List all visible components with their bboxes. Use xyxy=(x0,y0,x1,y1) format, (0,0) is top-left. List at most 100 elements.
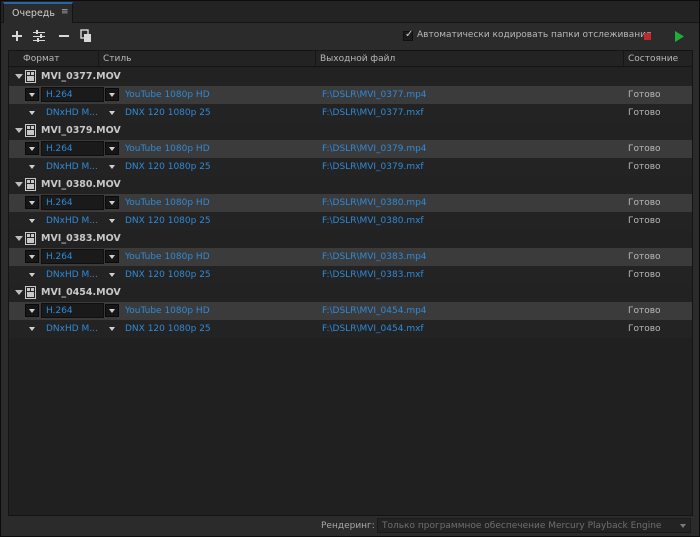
output-file-link[interactable]: F:\DSLR\MVI_0380.mxf xyxy=(322,216,424,226)
status-text: Готово xyxy=(628,162,661,172)
output-row[interactable]: H.264 YouTube 1080p HD F:\DSLR\MVI_0380.mp… xyxy=(9,194,692,212)
preset-link[interactable]: DNX 120 1080p 25 xyxy=(125,216,211,226)
column-output-file[interactable]: Выходной файл xyxy=(320,54,395,64)
format-link[interactable]: DNxHD M... xyxy=(46,270,98,280)
column-divider[interactable] xyxy=(315,51,316,67)
source-item[interactable]: MVI_0379.MOV xyxy=(9,122,692,140)
format-dropdown-button[interactable] xyxy=(25,106,39,119)
output-file-link[interactable]: F:\DSLR\MVI_0377.mp4 xyxy=(322,90,427,100)
output-row[interactable]: DNxHD M... DNX 120 1080p 25 F:\DSLR\MVI_03… xyxy=(9,158,692,176)
column-divider[interactable] xyxy=(98,51,99,67)
format-link[interactable]: DNxHD M... xyxy=(46,324,98,334)
preset-dropdown-button[interactable] xyxy=(105,214,119,227)
minus-icon[interactable] xyxy=(57,29,71,43)
column-format[interactable]: Формат xyxy=(23,54,60,64)
tab-queue[interactable]: Очередь ≡ xyxy=(3,2,73,24)
preset-dropdown-button[interactable] xyxy=(105,142,119,155)
format-dropdown-button[interactable] xyxy=(25,214,39,227)
output-file-link[interactable]: F:\DSLR\MVI_0383.mp4 xyxy=(322,252,427,262)
output-file-link[interactable]: F:\DSLR\MVI_0454.mp4 xyxy=(322,306,427,316)
source-file-name: MVI_0383.MOV xyxy=(41,233,121,244)
format-link[interactable]: DNxHD M... xyxy=(46,108,98,118)
format-link[interactable]: H.264 xyxy=(46,144,73,154)
format-link[interactable]: H.264 xyxy=(46,252,73,262)
auto-encode-checkbox[interactable]: ✓ xyxy=(403,29,413,41)
queue-panel: ✓ Автоматически кодировать папки отслежи… xyxy=(1,23,699,536)
output-row[interactable]: DNxHD M... DNX 120 1080p 25 F:\DSLR\MVI_03… xyxy=(9,212,692,230)
disclosure-triangle-icon[interactable] xyxy=(15,290,23,295)
preset-dropdown-button[interactable] xyxy=(105,322,119,335)
preset-link[interactable]: YouTube 1080p HD xyxy=(125,198,210,208)
start-queue-button[interactable] xyxy=(674,31,684,42)
source-item[interactable]: MVI_0454.MOV xyxy=(9,284,692,302)
format-dropdown-button[interactable] xyxy=(25,304,39,317)
preset-link[interactable]: YouTube 1080p HD xyxy=(125,306,210,316)
format-link[interactable]: H.264 xyxy=(46,90,73,100)
disclosure-triangle-icon[interactable] xyxy=(15,74,23,79)
output-file-link[interactable]: F:\DSLR\MVI_0377.mxf xyxy=(322,108,424,118)
format-dropdown-button[interactable] xyxy=(25,88,39,101)
output-file-link[interactable]: F:\DSLR\MVI_0379.mp4 xyxy=(322,144,427,154)
output-row[interactable]: H.264 YouTube 1080p HD F:\DSLR\MVI_0379.mp… xyxy=(9,140,692,158)
video-file-icon xyxy=(25,178,36,191)
format-dropdown-button[interactable] xyxy=(25,160,39,173)
output-file-link[interactable]: F:\DSLR\MVI_0383.mxf xyxy=(322,270,424,280)
format-dropdown-button[interactable] xyxy=(25,322,39,335)
source-item[interactable]: MVI_0380.MOV xyxy=(9,176,692,194)
preset-dropdown-button[interactable] xyxy=(105,304,119,317)
column-status[interactable]: Состояние xyxy=(628,54,678,64)
format-dropdown-button[interactable] xyxy=(25,142,39,155)
renderer-value: Только программное обеспечение Mercury P… xyxy=(382,521,662,531)
column-preset[interactable]: Стиль xyxy=(103,54,131,64)
source-item[interactable]: MVI_0383.MOV xyxy=(9,230,692,248)
plus-icon[interactable] xyxy=(10,29,24,43)
format-dropdown-button[interactable] xyxy=(25,268,39,281)
status-text: Готово xyxy=(628,306,661,316)
duplicate-icon[interactable] xyxy=(79,29,93,43)
preset-link[interactable]: DNX 120 1080p 25 xyxy=(125,162,211,172)
render-bar: Рендеринг: Только программное обеспечени… xyxy=(1,516,699,536)
preset-dropdown-button[interactable] xyxy=(105,160,119,173)
disclosure-triangle-icon[interactable] xyxy=(15,128,23,133)
output-row[interactable]: H.264 YouTube 1080p HD F:\DSLR\MVI_0377.mp… xyxy=(9,86,692,104)
status-text: Готово xyxy=(628,108,661,118)
status-text: Готово xyxy=(628,90,661,100)
output-file-link[interactable]: F:\DSLR\MVI_0454.mxf xyxy=(322,324,424,334)
stop-button[interactable] xyxy=(644,33,651,40)
output-file-link[interactable]: F:\DSLR\MVI_0379.mxf xyxy=(322,162,424,172)
status-text: Готово xyxy=(628,324,661,334)
output-row[interactable]: H.264 YouTube 1080p HD F:\DSLR\MVI_0454.mp… xyxy=(9,302,692,320)
preset-link[interactable]: DNX 120 1080p 25 xyxy=(125,324,211,334)
output-row[interactable]: H.264 YouTube 1080p HD F:\DSLR\MVI_0383.mp… xyxy=(9,248,692,266)
format-link[interactable]: H.264 xyxy=(46,198,73,208)
preset-link[interactable]: YouTube 1080p HD xyxy=(125,90,210,100)
panel-menu-icon[interactable]: ≡ xyxy=(61,7,69,17)
preset-link[interactable]: DNX 120 1080p 25 xyxy=(125,108,211,118)
format-dropdown-button[interactable] xyxy=(25,250,39,263)
preset-link[interactable]: YouTube 1080p HD xyxy=(125,144,210,154)
sliders-icon[interactable] xyxy=(32,29,46,43)
output-row[interactable]: DNxHD M... DNX 120 1080p 25 F:\DSLR\MVI_03… xyxy=(9,266,692,284)
format-link[interactable]: DNxHD M... xyxy=(46,216,98,226)
output-row[interactable]: DNxHD M... DNX 120 1080p 25 F:\DSLR\MVI_03… xyxy=(9,104,692,122)
preset-dropdown-button[interactable] xyxy=(105,268,119,281)
format-dropdown-button[interactable] xyxy=(25,196,39,209)
renderer-select[interactable]: Только программное обеспечение Mercury P… xyxy=(377,518,691,533)
preset-link[interactable]: DNX 120 1080p 25 xyxy=(125,270,211,280)
preset-link[interactable]: YouTube 1080p HD xyxy=(125,252,210,262)
status-text: Готово xyxy=(628,144,661,154)
format-link[interactable]: H.264 xyxy=(46,306,73,316)
preset-dropdown-button[interactable] xyxy=(105,88,119,101)
status-text: Готово xyxy=(628,216,661,226)
output-file-link[interactable]: F:\DSLR\MVI_0380.mp4 xyxy=(322,198,427,208)
column-divider[interactable] xyxy=(623,51,624,67)
preset-dropdown-button[interactable] xyxy=(105,106,119,119)
output-row[interactable]: DNxHD M... DNX 120 1080p 25 F:\DSLR\MVI_04… xyxy=(9,320,692,338)
preset-dropdown-button[interactable] xyxy=(105,196,119,209)
source-item[interactable]: MVI_0377.MOV xyxy=(9,68,692,86)
format-link[interactable]: DNxHD M... xyxy=(46,162,98,172)
tab-queue-label: Очередь xyxy=(12,8,55,19)
disclosure-triangle-icon[interactable] xyxy=(15,236,23,241)
preset-dropdown-button[interactable] xyxy=(105,250,119,263)
disclosure-triangle-icon[interactable] xyxy=(15,182,23,187)
